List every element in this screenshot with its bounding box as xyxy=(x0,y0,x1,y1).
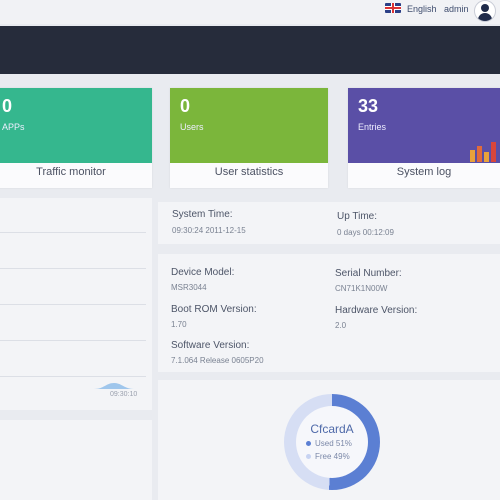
users-caption: Users xyxy=(180,122,204,132)
chart-time-label: 09:30:10 xyxy=(110,391,138,398)
software-version-label: Software Version: xyxy=(171,340,250,351)
user-statistics-card[interactable]: 0 Users User statistics xyxy=(170,88,328,188)
system-time-value: 09:30:24 2011-12-15 xyxy=(172,226,246,235)
entries-tile: 33 Entries xyxy=(348,88,500,163)
used-legend: Used 51% xyxy=(306,439,352,448)
system-time-label: System Time: xyxy=(172,209,233,220)
username-link[interactable]: admin xyxy=(444,4,469,14)
hardware-version-label: Hardware Version: xyxy=(335,305,418,316)
software-version-value: 7.1.064 Release 0605P20 xyxy=(171,356,264,365)
traffic-monitor-card[interactable]: 0 APPs Traffic monitor xyxy=(0,88,152,188)
system-log-card[interactable]: 33 Entries System log xyxy=(348,88,500,188)
entries-count: 33 xyxy=(358,96,379,116)
traffic-chart-panel xyxy=(0,198,152,410)
boot-rom-label: Boot ROM Version: xyxy=(171,304,257,315)
system-log-title[interactable]: System log xyxy=(348,166,500,178)
top-bar: English admin xyxy=(0,0,500,24)
boot-rom-value: 1.70 xyxy=(171,320,187,329)
avatar-icon[interactable] xyxy=(474,0,496,22)
traffic-monitor-title[interactable]: Traffic monitor xyxy=(0,166,152,178)
device-model-value: MSR3044 xyxy=(171,283,207,292)
bar-chart-icon xyxy=(470,140,496,162)
user-statistics-title[interactable]: User statistics xyxy=(170,166,328,178)
used-label: Used 51% xyxy=(315,439,352,448)
free-legend: Free 49% xyxy=(306,452,350,461)
up-time-label: Up Time: xyxy=(337,211,378,222)
hardware-version-value: 2.0 xyxy=(335,321,347,330)
users-tile: 0 Users xyxy=(170,88,328,163)
apps-tile: 0 APPs xyxy=(0,88,152,163)
users-count: 0 xyxy=(180,96,191,116)
storage-name: CfcardA xyxy=(310,422,354,436)
serial-number-value: CN71K1N00W xyxy=(335,284,388,293)
lower-left-panel xyxy=(0,420,152,500)
navigation-bar xyxy=(0,26,500,74)
free-label: Free 49% xyxy=(315,452,350,461)
apps-count: 0 xyxy=(2,96,13,116)
serial-number-label: Serial Number: xyxy=(335,268,402,279)
language-selector[interactable]: English xyxy=(407,4,437,14)
uk-flag-icon[interactable] xyxy=(385,3,401,13)
traffic-chart-line xyxy=(94,383,134,389)
apps-caption: APPs xyxy=(2,122,25,132)
entries-caption: Entries xyxy=(358,122,387,132)
device-model-label: Device Model: xyxy=(171,267,235,278)
up-time-value: 0 days 00:12:09 xyxy=(337,228,394,237)
